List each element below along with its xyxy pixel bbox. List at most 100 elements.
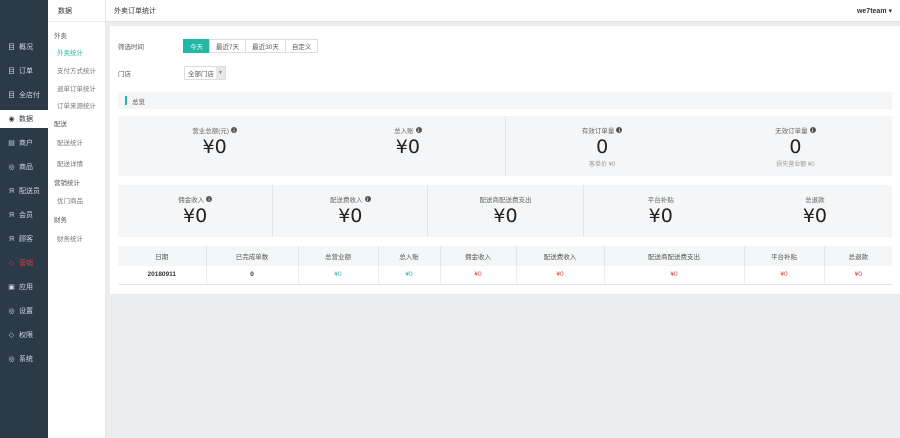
- stat-label: 总退款: [805, 197, 825, 204]
- stat-value: ¥0: [338, 205, 363, 227]
- stats-row-secondary: 佣金收入 i ¥0 配送费收入 i ¥0 配送商配送费支出 ¥0 平台补贴 ¥0 总…: [118, 185, 892, 237]
- cell-revenue: ¥0: [298, 266, 379, 285]
- subnav-item-refund-stats[interactable]: 退单订单统计: [57, 83, 96, 93]
- sidebar-item-couriers[interactable]: Я 配送员: [0, 182, 48, 200]
- subnav-item-takeout-stats[interactable]: 外卖统计: [57, 47, 83, 57]
- sidebar-item-goods[interactable]: ◎ 商品: [0, 158, 48, 176]
- stat-value: ¥0: [202, 136, 227, 158]
- column-header-revenue: 总营业额: [298, 246, 379, 266]
- sidebar-item-label: 营销: [19, 260, 33, 267]
- courier-icon: Я: [8, 187, 15, 195]
- permission-icon: ◇: [8, 332, 15, 339]
- filter-30days-button[interactable]: 最近30天: [245, 39, 286, 53]
- column-header-income: 总入账: [378, 246, 441, 266]
- cell-commission: ¥0: [440, 266, 517, 285]
- filter-today-button[interactable]: 今天: [183, 39, 210, 53]
- merchant-icon: ▤: [8, 140, 15, 147]
- stat-value: ¥0: [395, 136, 420, 158]
- subnav-item-delivery-stats[interactable]: 配送统计: [57, 137, 83, 147]
- stat-value: ¥0: [493, 205, 518, 227]
- info-icon[interactable]: i: [206, 196, 213, 202]
- logo: [0, 0, 48, 22]
- stat-label: 配送费收入: [330, 197, 363, 204]
- sidebar-item-label: 会员: [19, 212, 33, 219]
- stat-label: 无效订单量: [775, 128, 808, 135]
- system-icon: ◎: [8, 356, 15, 363]
- sidebar-item-apps[interactable]: ▣ 应用: [0, 278, 48, 296]
- column-header-date: 日期: [118, 246, 207, 266]
- subnav-item-payment-stats[interactable]: 支付方式统计: [57, 65, 96, 75]
- goods-icon: ◎: [8, 164, 15, 171]
- filter-custom-button[interactable]: 自定义: [284, 39, 319, 53]
- stat-value: 0: [789, 136, 802, 158]
- subnav-item-source-stats[interactable]: 订单来源统计: [57, 100, 96, 110]
- stat-label: 总入账: [394, 128, 414, 135]
- sidebar-item-label: 数据: [19, 116, 33, 123]
- member-icon: Я: [8, 211, 15, 219]
- sidebar-item-label: 权限: [19, 332, 33, 339]
- column-header-commission: 佣金收入: [440, 246, 517, 266]
- sidebar-item-customers[interactable]: Я 顾客: [0, 230, 48, 248]
- sidebar-item-settings[interactable]: ◎ 设置: [0, 302, 48, 320]
- time-filter-row: 筛选时间 今天 最近7天 最近30天 自定义: [118, 39, 319, 53]
- table-row: 20180911 0 ¥0 ¥0 ¥0 ¥0 ¥0 ¥0 ¥0: [118, 266, 892, 285]
- subnav-group-takeout: 外卖: [54, 33, 67, 40]
- user-menu[interactable]: we7team ▾: [857, 7, 892, 15]
- info-icon[interactable]: i: [231, 127, 238, 133]
- sidebar-item-merchants[interactable]: ▤ 商户: [0, 134, 48, 152]
- time-filter-label: 筛选时间: [118, 44, 144, 51]
- sidebar-item-label: 订单: [19, 68, 33, 75]
- customer-icon: Я: [8, 235, 15, 243]
- section-marker: [125, 96, 127, 105]
- subnav-item-delivery-detail[interactable]: 配送详情: [57, 158, 83, 168]
- time-filter-buttons: 今天 最近7天 最近30天 自定义: [183, 39, 319, 53]
- store-pay-icon: 目: [8, 92, 15, 99]
- stat-total-income: 总入账 i ¥0: [311, 116, 504, 176]
- cell-refund: ¥0: [824, 266, 892, 285]
- subnav-item-finance-stats[interactable]: 财务统计: [57, 233, 83, 243]
- cell-delivery-income: ¥0: [516, 266, 605, 285]
- subnav-group-delivery: 配送: [54, 121, 67, 128]
- info-icon[interactable]: i: [415, 127, 422, 133]
- info-icon[interactable]: i: [809, 127, 816, 133]
- stat-label: 营业总额(元): [192, 128, 230, 135]
- store-select[interactable]: 全部门店 ▼: [184, 66, 226, 80]
- stat-value: ¥0: [648, 205, 673, 227]
- sidebar-item-members[interactable]: Я 会员: [0, 206, 48, 224]
- info-icon[interactable]: i: [364, 196, 371, 202]
- main-sidebar: 目概况 目订单 目全店付 ◉ 数据 ▤ 商户 ◎ 商品 Я 配送员 Я 会员 Я 顾客 ◇ 营…: [0, 0, 48, 438]
- sidebar-item-orders[interactable]: 目订单: [0, 62, 48, 80]
- sidebar-item-marketing[interactable]: ◇ 营销: [0, 254, 48, 272]
- sidebar-item-label: 顾客: [19, 236, 33, 243]
- store-filter-row: 门店 全部门店 ▼: [118, 66, 226, 80]
- stat-commission-income: 佣金收入 i ¥0: [118, 185, 272, 237]
- cell-delivery-expense: ¥0: [604, 266, 745, 285]
- sidebar-item-permissions[interactable]: ◇ 权限: [0, 326, 48, 344]
- store-filter-label: 门店: [118, 71, 131, 78]
- stat-label: 配送商配送费支出: [479, 197, 532, 204]
- column-header-completed: 已完成单数: [206, 246, 299, 266]
- cell-completed: 0: [206, 266, 299, 285]
- stat-value: ¥0: [802, 205, 827, 227]
- stat-label: 有效订单量: [581, 128, 615, 135]
- filter-7days-button[interactable]: 最近7天: [209, 39, 247, 53]
- orders-icon: 目: [8, 68, 15, 75]
- stat-valid-orders: 有效订单量 i 0 客单价 ¥0: [504, 116, 699, 176]
- sidebar-item-overview[interactable]: 目概况: [0, 38, 48, 56]
- sidebar-item-system[interactable]: ◎ 系统: [0, 350, 48, 368]
- stat-value: ¥0: [183, 205, 208, 227]
- settings-icon: ◎: [8, 308, 15, 315]
- subnav-item-hot-goods[interactable]: 优门商品: [57, 195, 83, 205]
- sidebar-item-store-pay[interactable]: 目全店付: [0, 86, 48, 104]
- sidebar-item-data[interactable]: ◉ 数据: [0, 110, 48, 128]
- stat-total-refund: 总退款 ¥0: [738, 185, 892, 237]
- sidebar-item-label: 商户: [19, 140, 33, 147]
- cell-income: ¥0: [378, 266, 441, 285]
- overview-icon: 目: [8, 44, 15, 51]
- stat-label: 佣金收入: [178, 197, 205, 204]
- info-icon[interactable]: i: [616, 127, 623, 133]
- sidebar-item-label: 应用: [19, 284, 33, 291]
- column-header-delivery-income: 配送费收入: [516, 246, 605, 266]
- sub-navigation: 数据 外卖 外卖统计 支付方式统计 退单订单统计 订单来源统计 配送 配送统计 …: [48, 0, 106, 438]
- sidebar-item-label: 概况: [19, 44, 33, 51]
